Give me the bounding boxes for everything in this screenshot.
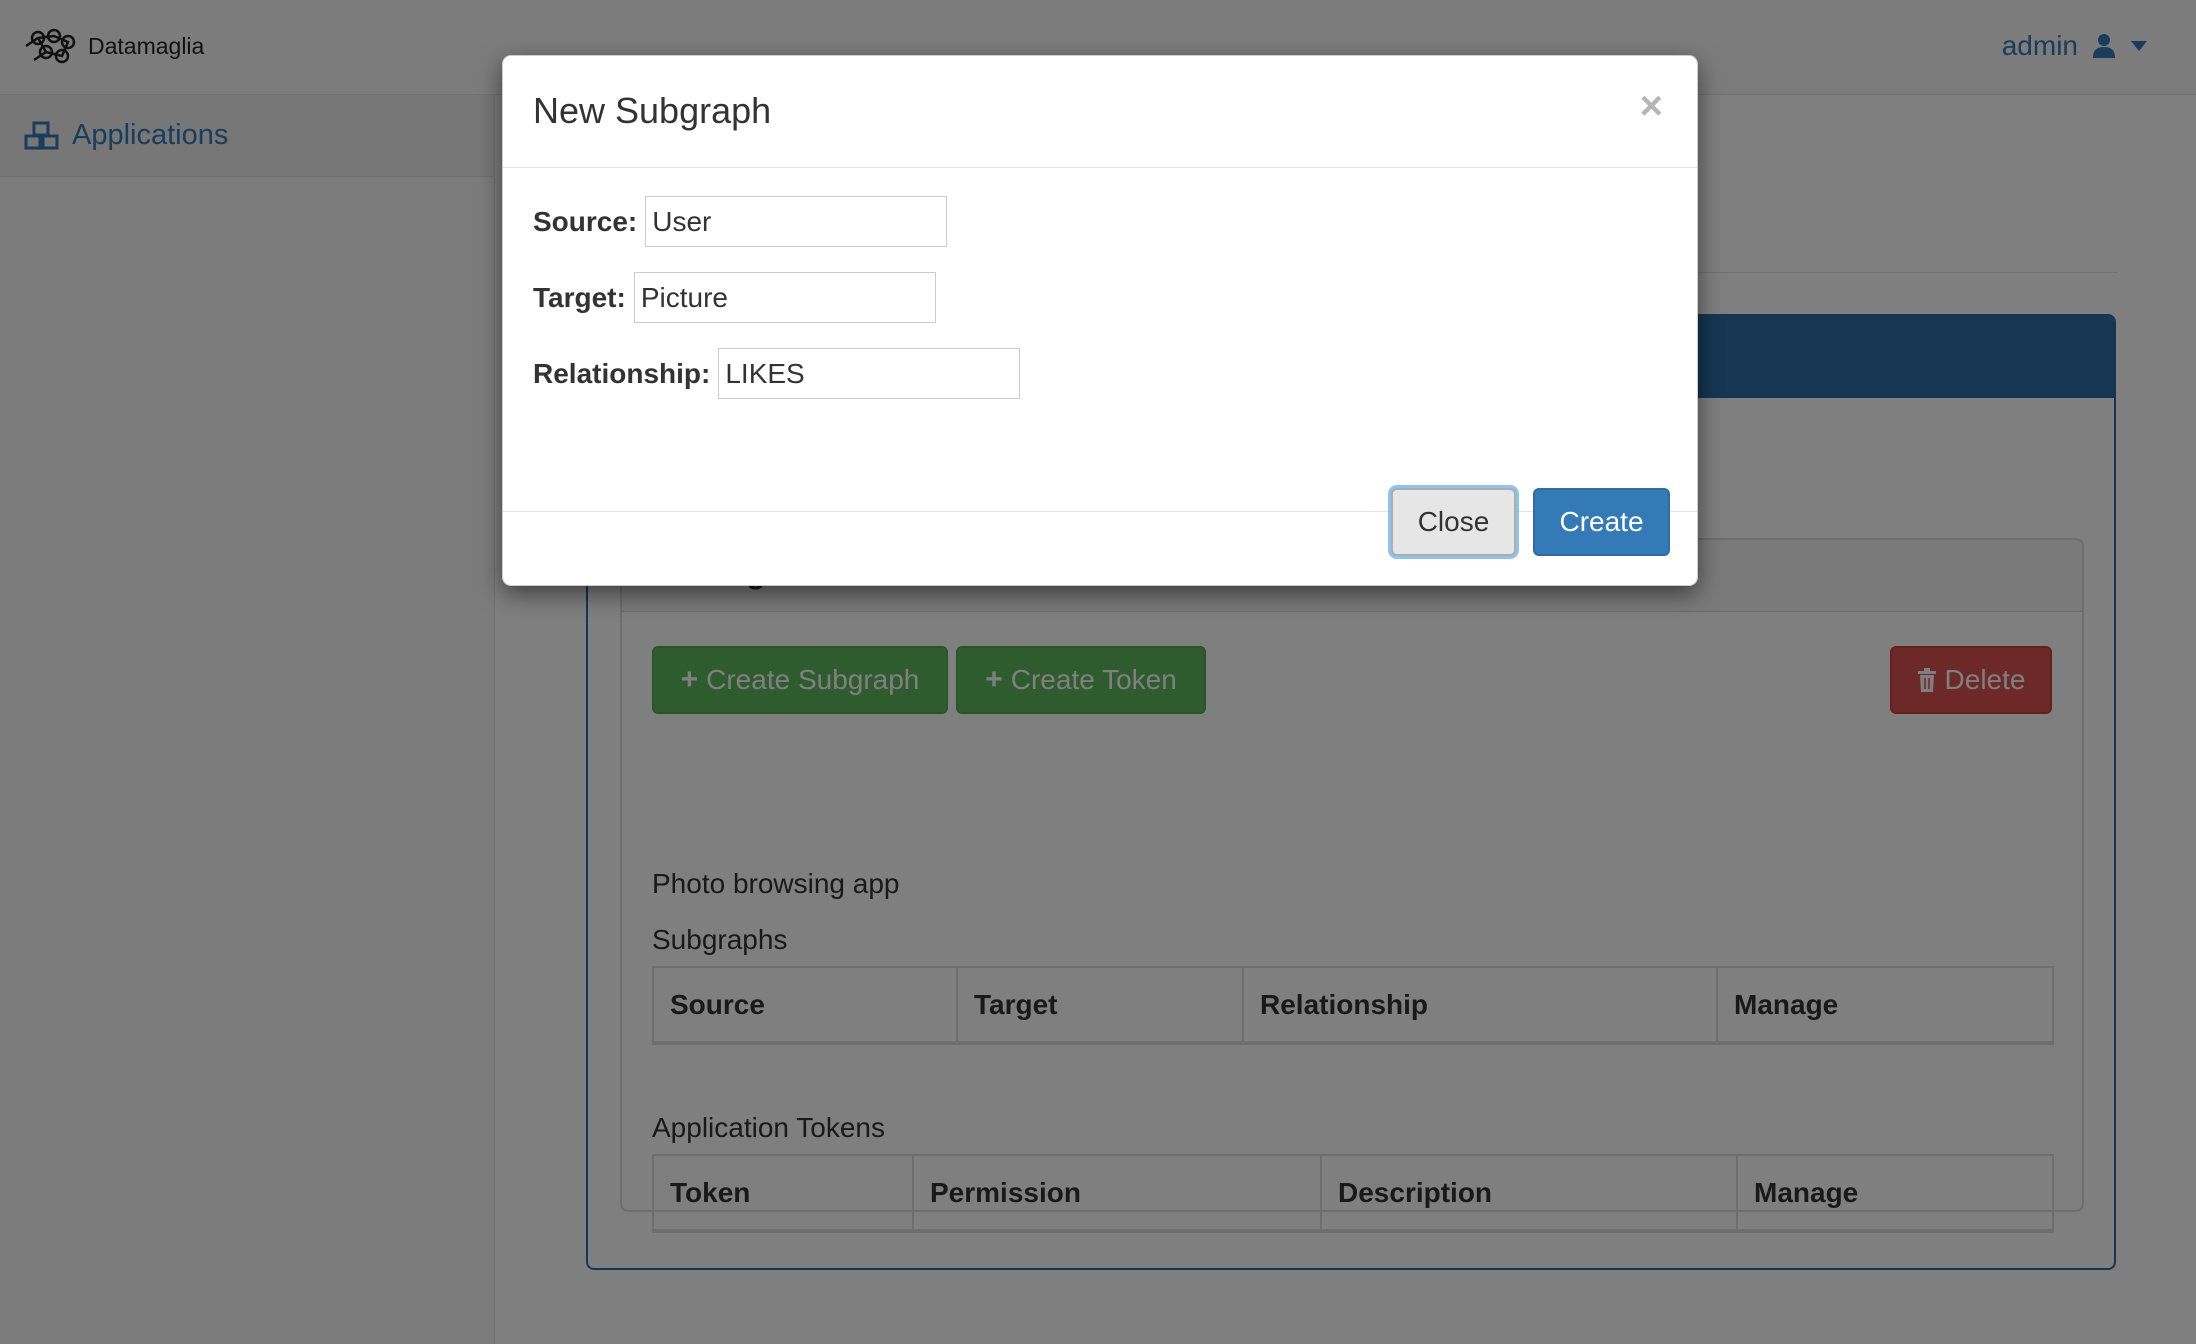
modal-header: New Subgraph × xyxy=(503,56,1697,168)
target-label: Target: xyxy=(533,281,626,313)
relationship-form-row: Relationship: xyxy=(533,348,1021,399)
close-button[interactable]: Close xyxy=(1391,488,1516,556)
create-button[interactable]: Create xyxy=(1533,488,1670,556)
source-input[interactable] xyxy=(645,196,948,247)
new-subgraph-modal: New Subgraph × Source: Target: Relations… xyxy=(502,55,1698,586)
source-label: Source: xyxy=(533,205,638,237)
modal-title: New Subgraph xyxy=(533,90,772,131)
modal-body: Source: Target: Relationship: xyxy=(503,168,1697,512)
source-form-row: Source: xyxy=(533,196,948,247)
relationship-label: Relationship: xyxy=(533,357,711,389)
target-input[interactable] xyxy=(633,272,936,323)
relationship-input[interactable] xyxy=(718,348,1021,399)
target-form-row: Target: xyxy=(533,272,936,323)
modal-close-x-icon[interactable]: × xyxy=(1640,86,1663,126)
